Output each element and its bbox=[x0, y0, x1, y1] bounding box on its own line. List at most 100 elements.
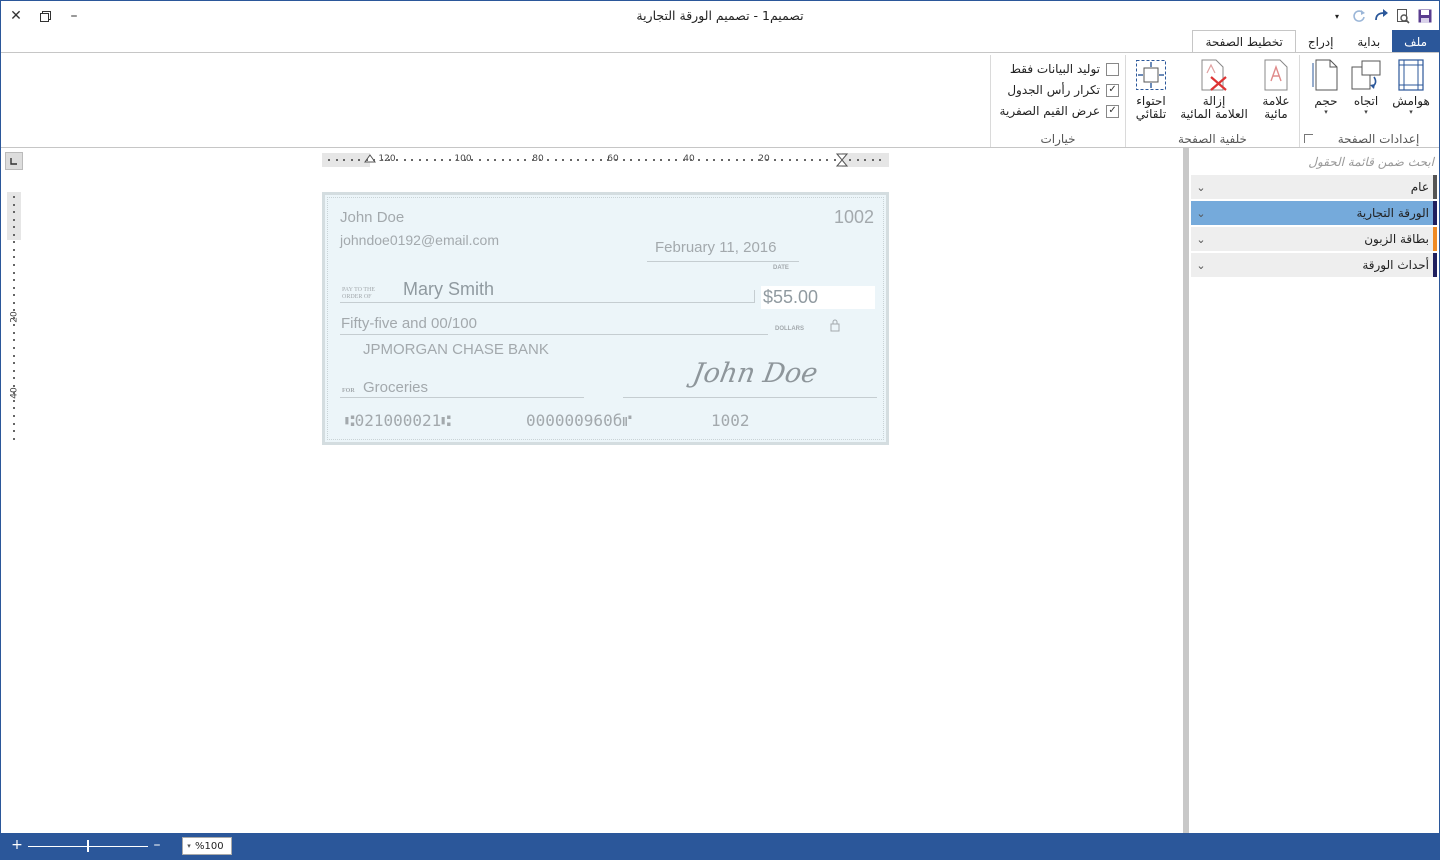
ruler-tick bbox=[463, 159, 466, 161]
field-item-paper-events[interactable]: أحداث الورقة ⌄ bbox=[1191, 253, 1437, 277]
check-amount[interactable]: $55.00 bbox=[763, 287, 818, 308]
check-number[interactable]: 1002 bbox=[834, 207, 874, 228]
page-size-icon bbox=[1312, 59, 1338, 91]
field-item-general[interactable]: عام ⌄ bbox=[1191, 175, 1437, 199]
size-button[interactable]: حجم ▾ bbox=[1306, 59, 1346, 116]
field-search-input[interactable]: ابحث ضمن قائمة الحقول bbox=[1191, 152, 1437, 172]
ruler-tick bbox=[554, 159, 557, 161]
vertical-ruler[interactable]: 20 40 bbox=[7, 192, 21, 444]
generate-data-only-checkbox[interactable]: توليد البيانات فقط bbox=[1010, 60, 1119, 78]
chevron-down-icon[interactable]: ⌄ bbox=[1191, 207, 1211, 220]
tab-insert[interactable]: إدراج bbox=[1296, 30, 1346, 53]
chevron-down-icon[interactable]: ⌄ bbox=[1191, 259, 1211, 272]
window-title: تصميم1 - تصميم الورقة التجارية bbox=[636, 8, 804, 23]
zoom-in-icon[interactable]: + bbox=[9, 837, 25, 853]
checkbox-icon[interactable]: ✓ bbox=[1106, 83, 1119, 97]
checkbox-icon[interactable] bbox=[1106, 62, 1119, 76]
ruler-tick bbox=[13, 241, 15, 244]
ruler-tick bbox=[667, 159, 670, 161]
customize-qat-icon[interactable]: ▾ bbox=[1327, 5, 1347, 27]
field-item-label: عام bbox=[1410, 180, 1429, 194]
generate-data-only-label: توليد البيانات فقط bbox=[1009, 62, 1100, 76]
field-item-label: بطاقة الزبون bbox=[1364, 232, 1429, 246]
field-item-commercial-paper[interactable]: الورقة التجارية ⌄ bbox=[1191, 201, 1437, 225]
show-zero-values-checkbox[interactable]: ✓ عرض القيم الصفرية bbox=[1000, 102, 1119, 120]
status-bar: + – ▾ %100 bbox=[1, 833, 1439, 859]
tab-home[interactable]: بداية bbox=[1345, 30, 1392, 53]
checkbox-icon[interactable]: ✓ bbox=[1106, 104, 1119, 118]
ruler-tick bbox=[426, 159, 429, 161]
amount-in-words[interactable]: Fifty-five and 00/100 bbox=[341, 315, 477, 332]
dialog-launcher-icon[interactable] bbox=[1304, 134, 1313, 143]
check-signature[interactable]: John Doe bbox=[690, 358, 820, 389]
zoom-level-dropdown[interactable]: ▾ %100 bbox=[182, 837, 232, 855]
check-date[interactable]: February 11, 2016 bbox=[655, 239, 776, 256]
auto-fit-label-2: تلقائي bbox=[1135, 107, 1167, 121]
redo-icon[interactable] bbox=[1371, 5, 1391, 27]
zoom-out-icon[interactable]: – bbox=[149, 837, 165, 853]
check-memo[interactable]: Groceries bbox=[363, 379, 428, 396]
ruler-label: 80 bbox=[532, 154, 544, 164]
design-surface[interactable]: 120 100 80 60 40 20 20 40 John Doe johnd… bbox=[1, 148, 1183, 833]
ruler-tick bbox=[13, 339, 15, 342]
ruler-tick bbox=[826, 159, 829, 161]
page-background-group-label: خلفية الصفحة bbox=[1178, 132, 1247, 146]
watermark-icon bbox=[1264, 59, 1288, 91]
ruler-tick bbox=[13, 196, 15, 198]
check-payee[interactable]: Mary Smith bbox=[403, 279, 494, 300]
memo-line bbox=[340, 397, 584, 398]
ruler-tick bbox=[358, 159, 361, 161]
ruler-tick bbox=[13, 347, 15, 349]
ruler-tick bbox=[516, 159, 519, 161]
ruler-tick bbox=[705, 159, 708, 161]
ruler-tick bbox=[13, 354, 15, 357]
ruler-tick bbox=[788, 159, 791, 161]
ruler-tick bbox=[13, 263, 15, 266]
chevron-down-icon[interactable]: ⌄ bbox=[1191, 233, 1211, 246]
check-document[interactable]: John Doe johndoe0192@email.com 1002 Febr… bbox=[322, 192, 889, 445]
auto-fit-icon bbox=[1136, 60, 1166, 90]
zoom-level-value: %100 bbox=[195, 840, 224, 852]
field-item-customer-card[interactable]: بطاقة الزبون ⌄ bbox=[1191, 227, 1437, 251]
check-holder-email[interactable]: johndoe0192@email.com bbox=[340, 232, 499, 248]
refresh-icon[interactable] bbox=[1349, 5, 1369, 27]
field-item-label: أحداث الورقة bbox=[1362, 258, 1429, 272]
ruler-tick bbox=[343, 159, 346, 161]
ruler-tick bbox=[871, 159, 874, 161]
date-caption: DATE bbox=[773, 265, 789, 271]
size-label: حجم bbox=[1314, 94, 1338, 108]
tab-page-layout[interactable]: تخطيط الصفحة bbox=[1192, 30, 1296, 53]
ruler-tick bbox=[660, 159, 663, 161]
ruler-tick bbox=[622, 159, 625, 161]
ruler-tick bbox=[13, 226, 15, 229]
chevron-down-icon: ▾ bbox=[187, 842, 191, 850]
options-group-label: خيارات bbox=[1040, 132, 1076, 146]
print-preview-icon[interactable] bbox=[1393, 5, 1413, 27]
auto-fit-button[interactable]: احتواء تلقائي bbox=[1130, 59, 1172, 121]
repeat-table-header-checkbox[interactable]: ✓ تكرار رأس الجدول bbox=[1007, 81, 1119, 99]
save-icon[interactable] bbox=[1415, 5, 1435, 27]
dollars-caption: DOLLARS bbox=[775, 326, 804, 332]
horizontal-ruler[interactable]: 120 100 80 60 40 20 bbox=[322, 153, 889, 167]
payee-line bbox=[340, 302, 754, 303]
chevron-down-icon[interactable]: ⌄ bbox=[1191, 181, 1211, 194]
orientation-button[interactable]: اتجاه ▾ bbox=[1346, 59, 1386, 116]
ruler-tick bbox=[509, 159, 512, 161]
watermark-button[interactable]: علامة مائية bbox=[1254, 59, 1298, 121]
tab-file[interactable]: ملف bbox=[1392, 30, 1439, 53]
ruler-tick bbox=[13, 256, 15, 259]
remove-watermark-button[interactable]: إزالة العلامة المائية bbox=[1174, 59, 1254, 121]
ruler-corner-button[interactable] bbox=[5, 152, 23, 170]
check-holder-name[interactable]: John Doe bbox=[340, 209, 404, 226]
ruler-label: 40 bbox=[683, 154, 695, 164]
ruler-tick bbox=[818, 159, 821, 161]
ruler-tick bbox=[811, 159, 814, 161]
zoom-slider-thumb[interactable] bbox=[87, 840, 89, 852]
margins-button[interactable]: هوامش ▾ bbox=[1386, 59, 1436, 116]
ruler-tick bbox=[350, 159, 353, 161]
ruler-tick bbox=[13, 392, 15, 395]
watermark-label-2: مائية bbox=[1264, 107, 1288, 121]
ruler-tick bbox=[494, 159, 497, 161]
ruler-tick bbox=[614, 159, 617, 161]
bank-name[interactable]: JPMORGAN CHASE BANK bbox=[363, 341, 549, 358]
